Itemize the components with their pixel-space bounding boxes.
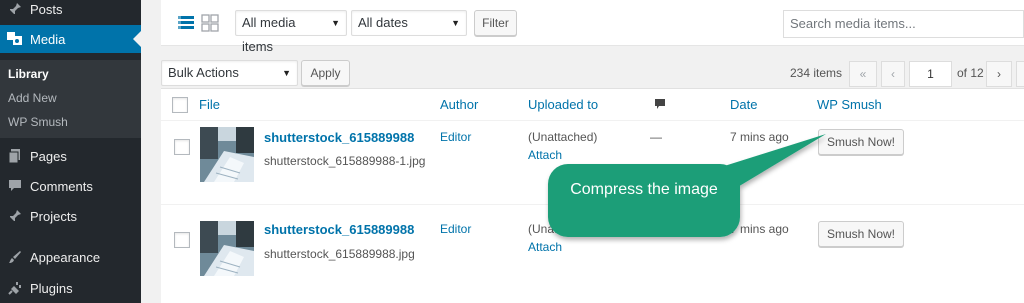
row-checkbox[interactable] [174,232,190,248]
date-value: 7 mins ago [730,130,789,144]
col-wp-smush: WP Smush [817,97,882,112]
sidebar-item-label: Pages [30,148,67,164]
media-library-content: All media items ▼ All dates ▼ Filter Sea… [141,0,1024,303]
chevron-down-icon: ▼ [282,68,291,78]
item-count: 234 items [790,66,843,80]
sidebar-item-media[interactable]: Media [0,25,141,53]
col-file[interactable]: File [199,97,220,112]
apply-button[interactable]: Apply [301,60,350,86]
admin-sidebar: Posts Media Library Add New WP Smush Pag… [0,0,141,303]
chevron-down-icon: ▼ [331,18,340,28]
smush-now-button[interactable]: Smush Now! [818,129,904,155]
sidebar-item-pages[interactable]: Pages [0,142,141,170]
comment-icon [0,179,30,193]
sidebar-item-comments[interactable]: Comments [0,172,141,200]
select-all-checkbox[interactable] [172,97,188,113]
submenu-add-new[interactable]: Add New [8,91,57,105]
smush-now-button[interactable]: Smush Now! [818,221,904,247]
header-divider [161,120,1024,121]
callout-bubble [548,134,826,237]
media-type-value: All media items [242,15,296,54]
prev-page-button[interactable]: ‹ [881,61,905,87]
sidebar-item-label: Media [30,31,66,47]
pages-icon [0,149,30,163]
row-checkbox[interactable] [174,139,190,155]
pin-icon [0,209,30,223]
sidebar-item-posts[interactable]: Posts [0,0,141,23]
callout-text: Compress the image [570,181,718,198]
sidebar-item-label: Plugins [30,280,73,296]
next-page-button[interactable]: › [986,61,1012,87]
chevron-down-icon: ▼ [451,18,460,28]
sidebar-item-label: Appearance [30,249,101,265]
brush-icon [0,250,30,264]
media-type-select[interactable]: All media items ▼ [235,10,347,54]
media-title-link[interactable]: shutterstock_615889988 [264,130,414,145]
date-select[interactable]: All dates ▼ [351,10,467,36]
comment-icon[interactable] [654,98,666,113]
grid-view-icon[interactable] [201,14,219,32]
comment-count: — [650,130,662,144]
sidebar-item-label: Comments [30,178,93,194]
media-title-link[interactable]: shutterstock_615889988 [264,222,414,237]
media-thumbnail[interactable] [200,127,254,182]
media-filename: shutterstock_615889988-1.jpg [264,154,426,168]
sidebar-item-appearance[interactable]: Appearance [0,243,141,271]
col-author[interactable]: Author [440,97,478,112]
first-page-button[interactable]: « [849,61,877,87]
media-thumbnail[interactable] [200,221,254,276]
total-pages: of 12 [957,66,984,80]
date-value: All dates [358,15,408,30]
sidebar-item-label: Projects [30,208,77,224]
search-media-input[interactable]: Search media items... [783,10,1024,38]
bulk-actions-select[interactable]: Bulk Actions ▼ [161,60,298,86]
col-date[interactable]: Date [730,97,757,112]
media-filename: shutterstock_615889988.jpg [264,247,415,261]
plug-icon [0,281,30,295]
last-page-button[interactable] [1016,61,1024,87]
sidebar-item-label: Posts [30,1,63,17]
col-uploaded-to[interactable]: Uploaded to [528,97,598,112]
filter-button[interactable]: Filter [474,10,517,36]
list-view-icon[interactable] [177,14,195,32]
author-link[interactable]: Editor [440,222,471,236]
sidebar-item-plugins[interactable]: Plugins [0,274,141,302]
media-icon [0,32,30,46]
attach-link[interactable]: Attach [528,148,562,162]
bulk-actions-value: Bulk Actions [168,65,239,80]
author-link[interactable]: Editor [440,130,471,144]
sidebar-item-projects[interactable]: Projects [0,202,141,230]
attach-link[interactable]: Attach [528,240,562,254]
submenu-library[interactable]: Library [8,67,49,81]
pin-icon [0,2,30,16]
submenu-wp-smush[interactable]: WP Smush [8,115,68,129]
media-submenu: Library Add New WP Smush [0,60,141,138]
uploaded-to-value: (Unattached) [528,130,598,144]
current-page-input[interactable]: 1 [909,61,952,87]
